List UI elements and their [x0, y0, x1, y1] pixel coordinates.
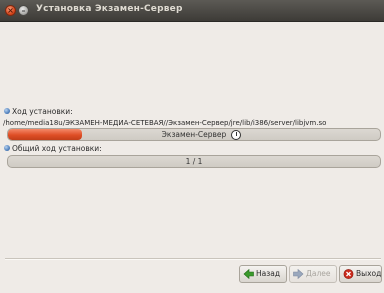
back-button-label: Назад	[256, 269, 281, 278]
current-progress-label: Ход установки:	[12, 107, 73, 116]
overall-progress-text: 1 / 1	[185, 157, 203, 166]
bullet-icon	[4, 145, 10, 151]
next-button-label: Далее	[306, 269, 331, 278]
back-button[interactable]: Назад	[239, 265, 287, 283]
busy-cursor-icon	[231, 130, 241, 140]
current-progress-text: Экзамен-Сервер	[161, 130, 227, 139]
cancel-icon	[343, 269, 354, 279]
minimize-window-button[interactable]: –	[18, 5, 29, 16]
next-button[interactable]: Далее	[289, 265, 337, 283]
current-progress-bar: Экзамен-Сервер	[7, 128, 381, 141]
overall-progress-bar: 1 / 1	[7, 155, 381, 168]
arrow-right-icon	[293, 269, 304, 279]
close-window-button[interactable]: ×	[5, 5, 16, 16]
window-title: Установка Экзамен-Сервер	[36, 4, 183, 14]
current-file-path: /home/media18u/ЭКЗАМЕН-МЕДИА-СЕТЕВАЯ//Эк…	[3, 119, 327, 127]
current-progress-label-row: Ход установки:	[4, 107, 73, 117]
overall-progress-label: Общий ход установки:	[12, 144, 102, 153]
quit-button-label: Выход	[356, 269, 382, 278]
button-separator	[5, 258, 381, 260]
title-bar: × – Установка Экзамен-Сервер	[0, 0, 384, 22]
overall-progress-label-row: Общий ход установки:	[4, 144, 102, 154]
arrow-left-icon	[243, 269, 254, 279]
bullet-icon	[4, 108, 10, 114]
quit-button[interactable]: Выход	[339, 265, 382, 283]
